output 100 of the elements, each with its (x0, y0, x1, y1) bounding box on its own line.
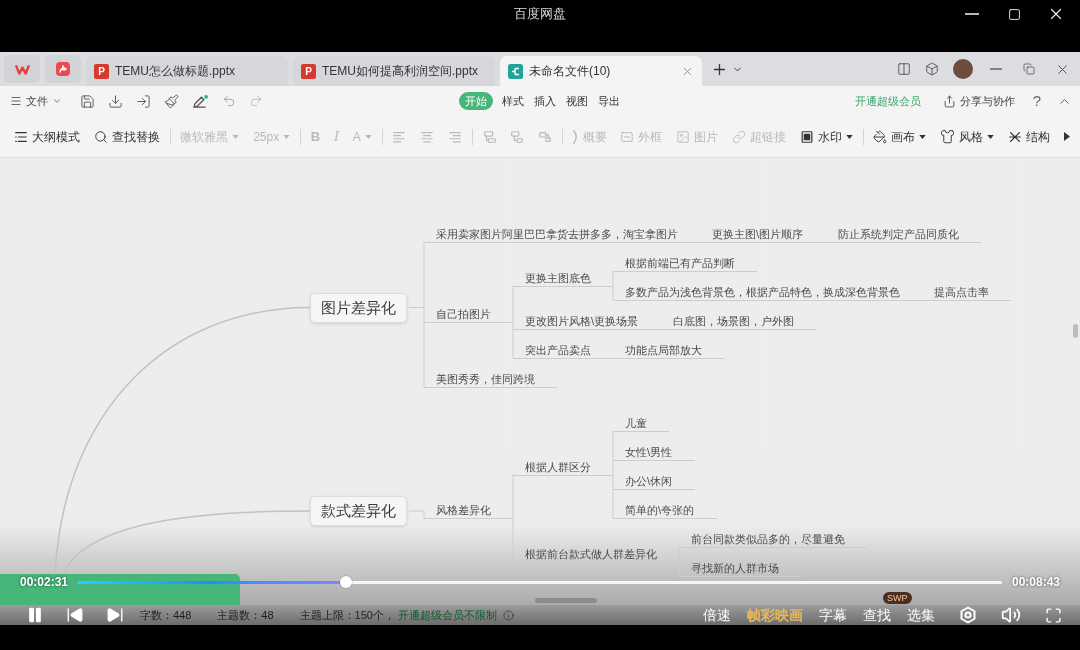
topic-node: 白底图，场景图，户外图 (661, 313, 816, 330)
list-icon (14, 129, 28, 144)
subtitle-button[interactable]: 字幕 (819, 605, 847, 625)
format-painter-button[interactable] (164, 93, 179, 109)
search-icon (93, 129, 108, 144)
outline-mode-button[interactable]: 大纲模式 (10, 123, 84, 150)
file-tab[interactable]: 未命名文件(10) (500, 56, 702, 86)
cube-icon (925, 62, 939, 76)
caret-icon (987, 134, 995, 139)
mindmap-file-icon (508, 63, 523, 79)
topic-node: 根据前台款式做人群差异化 (513, 545, 679, 563)
split-view-icon (897, 62, 911, 76)
ribbon-tab[interactable]: 导出 (597, 92, 621, 110)
topic-node: 提高点击率 (922, 284, 1011, 301)
ribbon-tab[interactable]: 视图 (565, 92, 589, 110)
enhance-picture-button[interactable]: 帧彩映画 (747, 605, 803, 625)
topic-node: 更改图片风格\更换场景 (513, 313, 661, 330)
slides-file-icon: P (301, 63, 316, 79)
export-button[interactable] (136, 93, 151, 109)
menu-icon (10, 95, 22, 107)
skip-forward-icon (106, 606, 124, 624)
canvas-button[interactable]: 画布 (869, 123, 931, 150)
ribbon-tab[interactable]: 开始 (459, 92, 493, 110)
topic-node: 自己拍图片 (424, 305, 513, 323)
skip-back-icon (66, 606, 84, 624)
settings-button[interactable] (959, 606, 977, 624)
fullscreen-button[interactable] (1045, 606, 1062, 624)
pdf-app-button[interactable] (45, 55, 81, 83)
pause-button[interactable] (26, 606, 44, 624)
topic-node: 办公\休闲 (613, 473, 695, 490)
shirt-icon (940, 129, 956, 144)
topic-node: 美图秀秀，佳同跨境 (424, 371, 557, 388)
undo-icon (222, 94, 236, 108)
caret-icon (919, 134, 927, 139)
user-avatar[interactable] (953, 59, 973, 79)
help-button[interactable]: ? (1032, 92, 1041, 110)
slides-file-icon: P (94, 63, 109, 79)
watermark-button[interactable]: 水印 (795, 123, 857, 150)
arrow-into-box-icon (136, 93, 151, 109)
elapsed-time: 00:02:31 (20, 574, 69, 591)
undo-button[interactable] (222, 94, 236, 108)
home-button[interactable] (4, 55, 40, 83)
previous-button[interactable] (66, 606, 84, 624)
find-replace-button[interactable]: 查找替换 (89, 123, 164, 150)
caret-icon (364, 134, 372, 139)
pen-button[interactable] (192, 93, 209, 109)
caret-icon (283, 134, 291, 139)
upgrade-link[interactable]: 开通超级会员 (854, 92, 921, 110)
pause-icon (26, 606, 44, 624)
window-title: 百度网盘 (514, 5, 566, 24)
minimize-icon (965, 13, 979, 15)
topic-node: 多数产品为浅色背景色，根据产品特色，换成深色背景色 (613, 284, 922, 301)
file-menu-button[interactable]: 文件 (8, 89, 64, 113)
main-topic-node: 图片差异化 (310, 292, 407, 323)
ribbon-tab[interactable]: 样式 (501, 92, 525, 110)
align-left-icon (392, 129, 407, 144)
topic-node: 根据前端已有产品判断 (613, 255, 757, 272)
restore-icon (1023, 63, 1035, 75)
dashed-frame-icon (620, 129, 635, 144)
topic-count: 主题数：48 (217, 607, 274, 623)
scrollbar-thumb[interactable] (535, 598, 597, 603)
triangle-right-icon (1063, 132, 1070, 141)
share-icon (942, 94, 956, 108)
find-button[interactable]: 查找 (863, 605, 891, 625)
zigzag-logo-icon (14, 63, 30, 75)
topic-node: 更换主图\图片顺序 (700, 226, 826, 243)
topic-node: 风格差异化 (424, 502, 513, 519)
download-button[interactable] (108, 93, 123, 109)
settings-icon (959, 606, 977, 624)
paintbrush-icon (164, 93, 179, 109)
topic-node: 前台同款类似品多的，尽量避免 (679, 531, 867, 548)
download-icon (108, 93, 123, 109)
align-center-icon (420, 129, 435, 144)
upgrade-link[interactable]: 开通超级会员不限制 (397, 606, 497, 624)
info-icon (502, 609, 514, 621)
playback-speed-button[interactable]: 倍速 (703, 605, 731, 625)
stacked-boxes-icon (482, 129, 497, 144)
style-button[interactable]: 风格 (936, 123, 999, 150)
redo-button[interactable] (249, 94, 263, 108)
structure-button[interactable]: 结构 (1003, 123, 1054, 150)
topic-node: 防止系统判定产品同质化 (826, 226, 981, 243)
topic-node: 儿童 (613, 415, 669, 432)
topic-node: 采用卖家图片阿里巴巴拿货去拼多多，淘宝拿图片 (424, 226, 700, 243)
maximize-icon (1007, 7, 1021, 21)
volume-button[interactable] (1001, 605, 1021, 625)
episodes-button[interactable]: 选集 (907, 605, 935, 625)
topic-node: 更换主图底色 (513, 269, 613, 287)
scrollbar-thumb[interactable] (1073, 324, 1078, 338)
topic-node: 功能点局部放大 (613, 342, 724, 359)
next-button[interactable] (106, 606, 124, 624)
file-tab[interactable]: P TEMU怎么做标题.pptx (86, 56, 288, 86)
topic-node: 寻找新的人群市场 (679, 560, 801, 577)
word-count: 字数：448 (140, 607, 192, 623)
topic-node: 简单的\夸张的 (613, 502, 717, 519)
file-tab[interactable]: P TEMU如何提高利润空间.pptx (293, 56, 495, 86)
share-button[interactable]: 分享与协作 (942, 92, 1015, 110)
save-button[interactable] (80, 93, 95, 109)
linked-boxes-icon (538, 129, 553, 144)
ribbon-tab[interactable]: 插入 (533, 92, 557, 110)
bracket-icon (572, 129, 579, 144)
